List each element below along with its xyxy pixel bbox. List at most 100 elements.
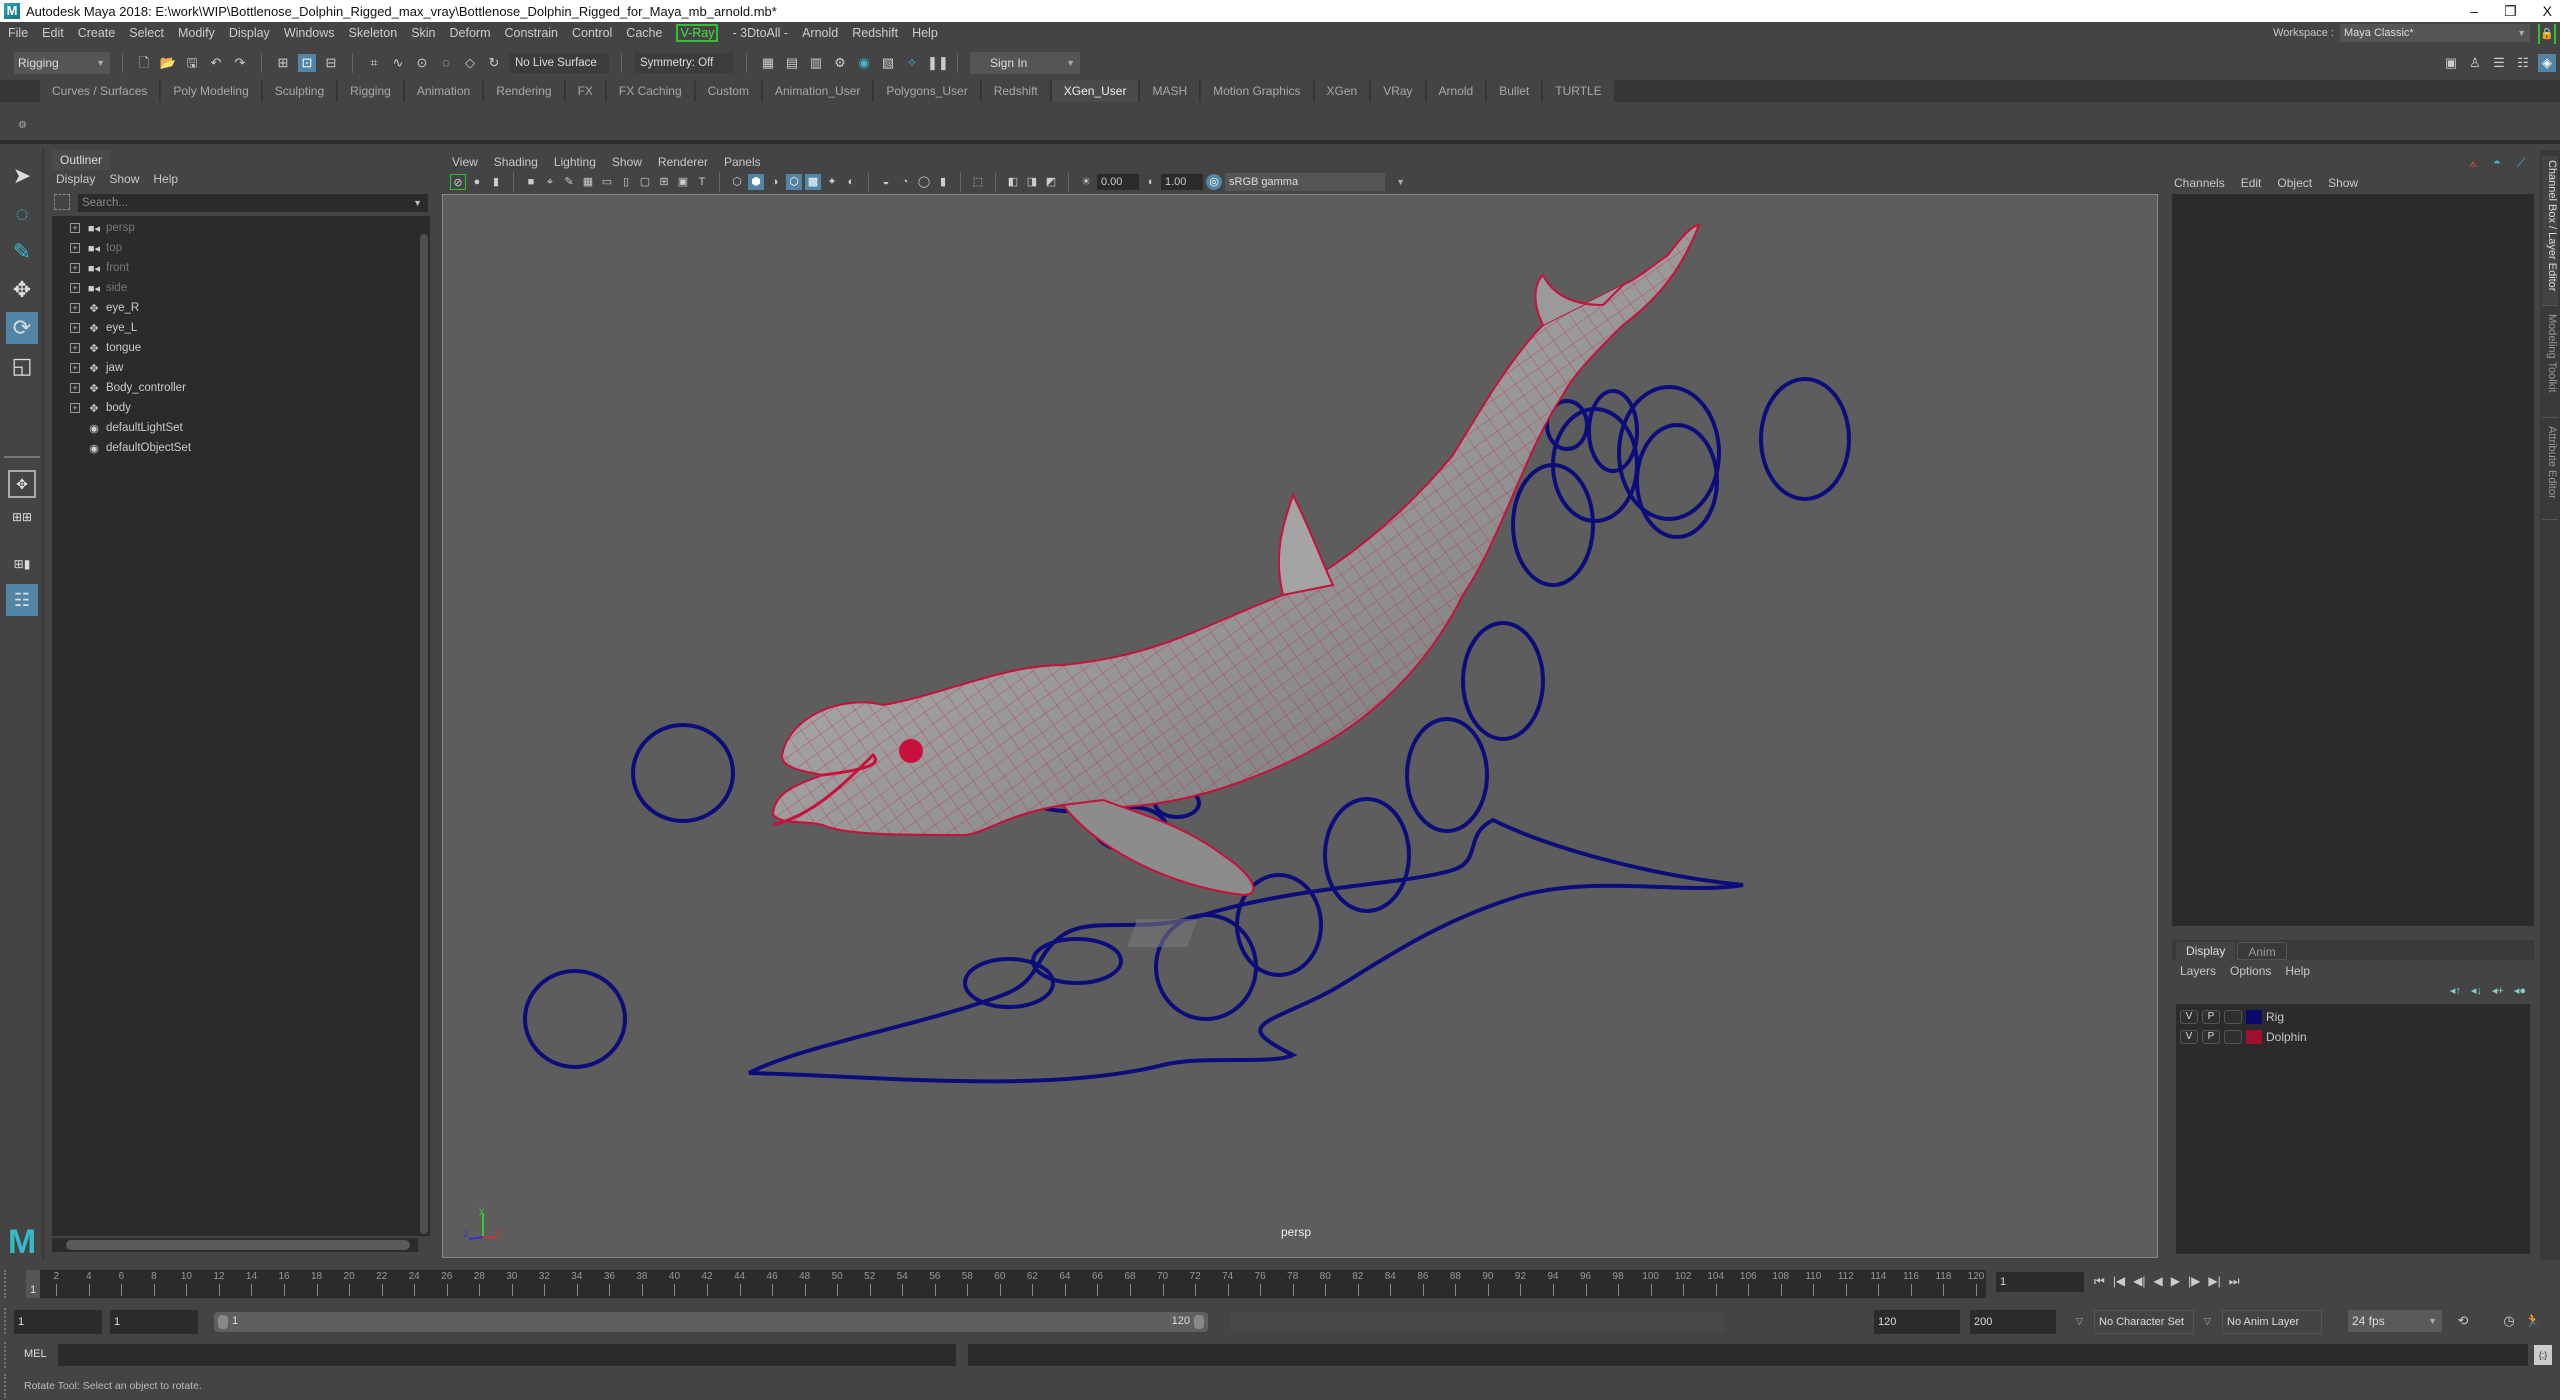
grip-handle[interactable] [4,1374,8,1398]
scale-tool-icon[interactable]: ◱ [6,350,38,382]
shelf-tab[interactable]: Motion Graphics [1201,80,1314,102]
new-layer-from-selection-icon[interactable]: ◂● [2514,984,2526,997]
viewport-menu-panels[interactable]: Panels [724,155,761,169]
redo-icon[interactable]: ↷ [231,54,249,72]
channel-box-icon[interactable]: ◈ [2538,54,2556,72]
outliner-item[interactable]: + ✥ Body_controller [52,378,186,398]
play-backwards-button[interactable]: ◀ [2154,1274,2163,1289]
expand-icon[interactable]: + [70,223,80,233]
live-surface-field[interactable]: No Live Surface [509,53,609,73]
save-scene-icon[interactable]: 🖫 [183,54,201,72]
snap-view-plane-icon[interactable]: ◌ [437,54,455,72]
shadows-icon[interactable]: ◐ [843,174,859,190]
use-all-lights-icon[interactable]: ✦ [824,174,840,190]
resolution-gate-icon[interactable]: ▯ [618,174,634,190]
layer-visibility-toggle[interactable]: V [2180,1030,2198,1044]
loop-icon[interactable]: ⟲ [2454,1312,2472,1330]
new-empty-layer-icon[interactable]: ◂+ [2492,984,2504,997]
outliner-item[interactable]: + ■◂ side [52,278,127,298]
layer-tab-display[interactable]: Display [2176,942,2236,960]
command-language-label[interactable]: MEL [24,1348,47,1360]
go-to-start-button[interactable]: ⏮ [2094,1274,2105,1289]
anim-layer-arrow-icon[interactable]: ▽ [2204,1316,2211,1327]
menuset-dropdown[interactable]: Rigging [14,52,110,74]
fps-dropdown[interactable]: 24 fps [2348,1310,2442,1332]
grip-handle[interactable] [4,1342,8,1368]
animation-prefs-icon[interactable]: 🏃 [2524,1312,2542,1330]
xray-joints-icon[interactable]: ◨ [1024,174,1040,190]
playback-end-field[interactable]: 120 [1874,1310,1960,1334]
shelf-tab[interactable]: FX Caching [606,80,695,102]
minimize-button[interactable]: – [2470,0,2478,22]
outliner-item[interactable]: + ■◂ front [52,258,129,278]
outliner-item[interactable]: + ✥ jaw [52,358,123,378]
snap-grid-icon[interactable]: ⌗ [365,54,383,72]
outliner-menu-help[interactable]: Help [153,172,178,186]
shelf-tab[interactable]: Animation_User [762,80,874,102]
screen-space-ao-icon[interactable]: ◒ [878,174,894,190]
anim-layer-dropdown[interactable]: No Anim Layer [2222,1310,2322,1334]
wireframe-icon[interactable]: ⬡ [729,174,745,190]
default-material-icon[interactable]: ◑ [767,174,783,190]
command-input[interactable] [58,1344,956,1366]
gamma-icon[interactable]: ◖ [1142,174,1158,190]
isolate-select-icon[interactable]: ⬚ [970,174,986,190]
channels-object-menu[interactable]: Object [2277,176,2312,190]
grease-pencil-icon[interactable]: ✎ [561,174,577,190]
undo-icon[interactable]: ↶ [207,54,225,72]
snap-point-icon[interactable]: ⊙ [413,54,431,72]
select-component-icon[interactable]: ⊟ [322,54,340,72]
workspace-dropdown[interactable]: Maya Classic* [2340,24,2530,42]
move-tool-icon[interactable]: ✥ [6,274,38,306]
make-live-icon[interactable]: ↻ [485,54,503,72]
outliner-layout-icon[interactable]: ☷ [6,584,38,616]
range-end-handle[interactable] [1194,1315,1204,1329]
menu-arnold[interactable]: Arnold [802,26,838,40]
side-tab-attribute-editor[interactable]: Attribute Editor [2542,422,2558,520]
shelf-tab[interactable]: XGen_User [1051,80,1140,102]
speed-icon[interactable]: ◓ [2488,154,2506,172]
select-object-icon[interactable]: ⊡ [298,54,316,72]
depth-of-field-icon[interactable]: ▮ [935,174,951,190]
channels-edit-menu[interactable]: Edit [2241,176,2262,190]
expand-icon[interactable]: + [70,343,80,353]
camera-attributes-icon[interactable]: ● [469,174,485,190]
outliner-item[interactable]: ◉ defaultObjectSet [52,438,191,458]
select-hierarchy-icon[interactable]: ⊞ [274,54,292,72]
character-set-dropdown[interactable]: No Character Set [2094,1310,2194,1334]
menu-constrain[interactable]: Constrain [505,26,559,40]
outliner-item[interactable]: + ✥ eye_R [52,298,139,318]
gate-mask-icon[interactable]: ▢ [637,174,653,190]
render-view-icon[interactable]: ▦ [759,54,777,72]
layers-menu[interactable]: Layers [2180,964,2216,978]
hyper-icon[interactable]: ⟋ [2512,154,2530,172]
textured-icon[interactable]: ▩ [805,174,821,190]
menu-3dtoall[interactable]: - 3DtoAll - [732,26,788,40]
go-to-end-button[interactable]: ⏭ [2229,1274,2240,1289]
expand-icon[interactable]: + [70,363,80,373]
exposure-icon[interactable]: ☀ [1078,174,1094,190]
shelf-gear-icon[interactable]: ⚙ [18,120,27,131]
film-gate-icon[interactable]: ▭ [599,174,615,190]
expand-icon[interactable]: + [70,383,80,393]
menu-skeleton[interactable]: Skeleton [349,26,398,40]
layer-playback-toggle[interactable]: P [2202,1010,2220,1024]
options-menu[interactable]: Options [2230,964,2271,978]
channels-show-menu[interactable]: Show [2328,176,2358,190]
auto-key-icon[interactable]: ◷ [2500,1312,2518,1330]
expand-icon[interactable]: + [70,283,80,293]
step-forward-key-button[interactable]: |▶ [2188,1274,2200,1289]
symmetry-dropdown[interactable]: Symmetry: Off [634,53,734,73]
shelf-tab[interactable]: Animation [404,80,484,102]
shelf-tab[interactable]: TURTLE [1543,80,1615,102]
expand-icon[interactable]: + [70,303,80,313]
outliner-horizontal-scrollbar[interactable] [52,1238,418,1252]
wireframe-on-shaded-icon[interactable]: ⬡ [786,174,802,190]
shelf-tab[interactable]: FX [565,80,606,102]
grip-handle[interactable] [4,1308,8,1334]
menu-cache[interactable]: Cache [626,26,662,40]
rotate-tool-icon[interactable]: ⟳ [6,312,38,344]
tool-settings-icon[interactable]: ☷ [2514,54,2532,72]
close-button[interactable]: X [2543,0,2552,22]
gamma-field[interactable]: 1.00 [1161,174,1203,190]
